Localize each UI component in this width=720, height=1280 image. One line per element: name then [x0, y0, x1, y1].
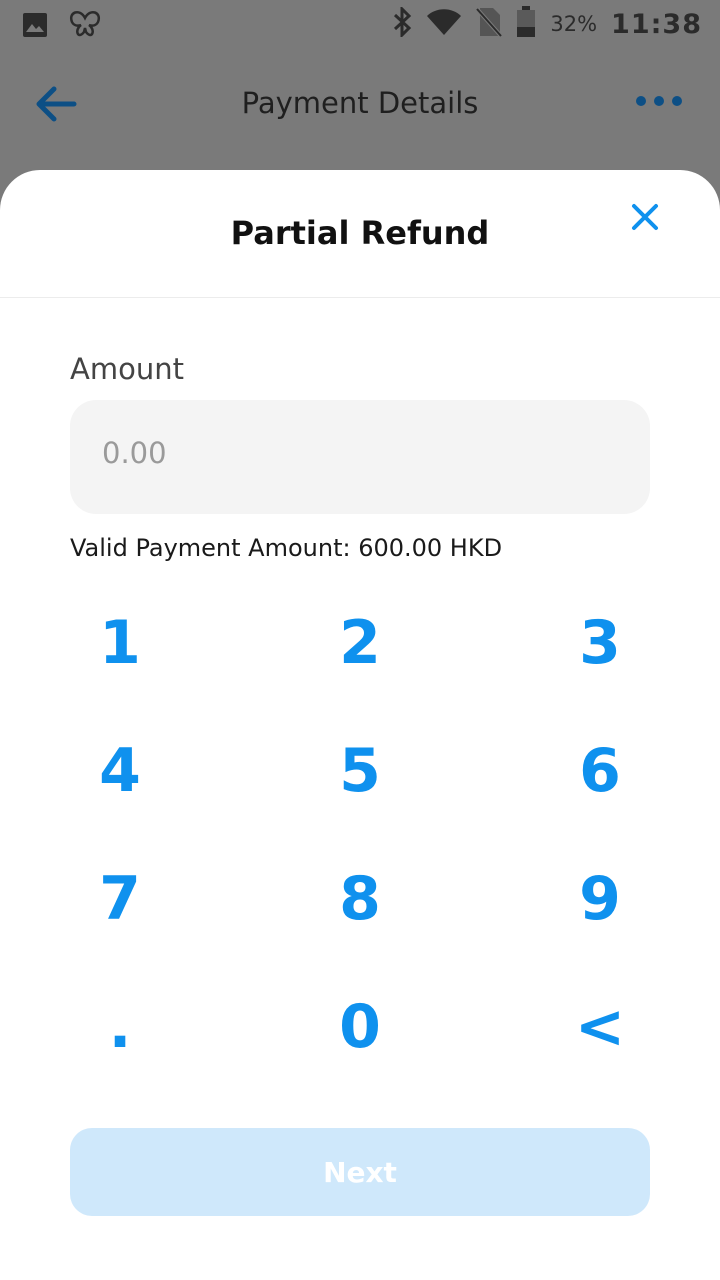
clock-time: 11:38	[611, 8, 702, 40]
more-dot	[672, 96, 682, 106]
key-5[interactable]: 5	[260, 716, 460, 826]
more-options-button[interactable]	[636, 96, 682, 106]
close-button[interactable]	[628, 200, 662, 234]
amount-input[interactable]	[102, 436, 602, 470]
close-icon	[632, 204, 658, 230]
key-4[interactable]: 4	[20, 716, 220, 826]
sheet-title: Partial Refund	[230, 214, 490, 252]
image-icon	[22, 12, 48, 42]
status-left-icons	[22, 10, 102, 44]
key-backspace[interactable]: <	[500, 972, 700, 1082]
key-7[interactable]: 7	[20, 844, 220, 954]
page-title: Payment Details	[241, 86, 479, 120]
key-3[interactable]: 3	[500, 588, 700, 698]
wifi-icon	[426, 8, 462, 40]
key-8[interactable]: 8	[260, 844, 460, 954]
status-bar: 32% 11:38	[0, 0, 720, 50]
key-1[interactable]: 1	[20, 588, 220, 698]
status-right-icons: 32% 11:38	[392, 5, 702, 42]
key-decimal[interactable]: .	[20, 972, 220, 1082]
key-2[interactable]: 2	[260, 588, 460, 698]
amount-field[interactable]	[70, 400, 650, 514]
sheet-header: Partial Refund	[0, 170, 720, 298]
key-6[interactable]: 6	[500, 716, 700, 826]
valid-amount-text: Valid Payment Amount: 600.00 HKD	[70, 534, 503, 562]
amount-label: Amount	[70, 352, 184, 386]
bluetooth-icon	[392, 5, 412, 41]
butterfly-icon	[68, 10, 102, 44]
battery-icon	[516, 6, 536, 42]
no-sim-icon	[475, 6, 503, 42]
partial-refund-sheet: Partial Refund Amount Valid Payment Amou…	[0, 170, 720, 1280]
app-bar: Payment Details	[0, 50, 720, 160]
more-horizontal-icon	[636, 96, 646, 106]
battery-percent: 32%	[550, 12, 598, 36]
more-dot	[654, 96, 664, 106]
key-0[interactable]: 0	[260, 972, 460, 1082]
key-9[interactable]: 9	[500, 844, 700, 954]
next-button[interactable]: Next	[70, 1128, 650, 1216]
